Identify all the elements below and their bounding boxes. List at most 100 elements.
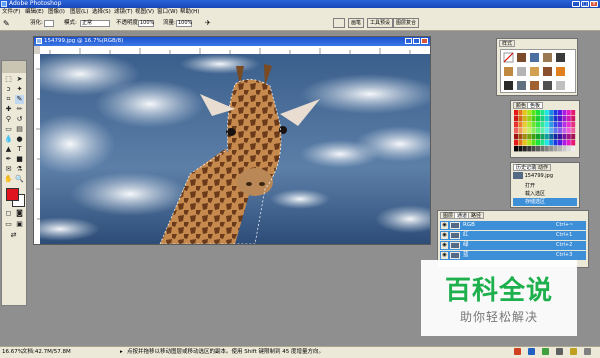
eyedropper-icon[interactable]: ⚗ xyxy=(15,165,24,174)
color-swatch[interactable] xyxy=(540,116,545,122)
doc-minimize-button[interactable] xyxy=(405,38,412,44)
color-swatch[interactable] xyxy=(553,134,558,140)
color-swatch[interactable] xyxy=(540,146,545,152)
color-swatch[interactable] xyxy=(566,128,571,134)
color-swatch[interactable] xyxy=(571,116,576,122)
color-swatch[interactable] xyxy=(571,134,576,140)
color-swatch[interactable] xyxy=(549,134,554,140)
color-swatch[interactable] xyxy=(540,122,545,128)
color-swatch[interactable] xyxy=(558,122,562,128)
color-swatch[interactable] xyxy=(540,128,545,134)
color-swatch[interactable] xyxy=(553,110,558,116)
zoom-tool-icon[interactable]: 🔍 xyxy=(15,175,24,184)
tray-app-icon[interactable] xyxy=(514,348,521,355)
color-swatch[interactable] xyxy=(562,146,567,152)
fullscreen-mode-icon[interactable]: ▣ xyxy=(15,220,24,229)
visibility-eye-icon[interactable]: ◉ xyxy=(441,252,448,259)
color-swatch[interactable] xyxy=(536,122,540,128)
color-swatch[interactable] xyxy=(514,116,518,122)
color-swatch[interactable] xyxy=(531,116,536,122)
color-swatch[interactable] xyxy=(571,122,576,128)
color-swatch[interactable] xyxy=(514,134,518,140)
color-swatch[interactable] xyxy=(522,122,527,128)
dodge-tool-icon[interactable]: ● xyxy=(15,135,24,144)
lasso-tool-icon[interactable]: ↄ xyxy=(4,85,13,94)
close-button[interactable]: × xyxy=(590,1,598,7)
move-tool-icon[interactable]: ➤ xyxy=(15,75,24,84)
color-swatch[interactable] xyxy=(527,116,532,122)
color-swatch[interactable] xyxy=(544,122,549,128)
tray-volume-icon[interactable] xyxy=(556,348,563,355)
color-swatch[interactable] xyxy=(536,110,540,116)
color-swatch[interactable] xyxy=(536,116,540,122)
color-swatch[interactable] xyxy=(540,140,545,146)
tab-swatches[interactable]: 色板 xyxy=(527,102,544,109)
image-canvas[interactable] xyxy=(40,54,430,244)
color-swatch[interactable] xyxy=(544,140,549,146)
brush-tool-icon[interactable]: ✎ xyxy=(3,20,10,28)
color-swatch[interactable] xyxy=(531,140,536,146)
gradient-icon[interactable]: ▤ xyxy=(15,125,24,134)
color-swatch[interactable] xyxy=(522,140,527,146)
menu-layer[interactable]: 图层(L) xyxy=(70,8,88,17)
color-swatch[interactable] xyxy=(514,110,518,116)
color-swatch[interactable] xyxy=(531,110,536,116)
color-swatch[interactable] xyxy=(549,110,554,116)
color-swatch[interactable] xyxy=(518,128,523,134)
color-swatch[interactable] xyxy=(518,116,523,122)
tray-ime-icon[interactable] xyxy=(570,348,577,355)
tab-styles[interactable]: 样式 xyxy=(499,40,516,47)
maximize-button[interactable]: □ xyxy=(581,1,589,7)
color-swatch[interactable] xyxy=(566,110,571,116)
color-swatch[interactable] xyxy=(536,134,540,140)
color-swatch[interactable] xyxy=(544,134,549,140)
screen-mode-icon[interactable]: ▭ xyxy=(4,220,13,229)
menu-window[interactable]: 窗口(W) xyxy=(157,8,178,17)
history-item-selected[interactable]: 存储选区 xyxy=(513,198,577,206)
notes-tool-icon[interactable]: ✉ xyxy=(4,165,13,174)
menu-filter[interactable]: 滤镜(T) xyxy=(114,8,133,17)
color-swatch[interactable] xyxy=(571,110,576,116)
color-swatch[interactable] xyxy=(558,110,562,116)
color-swatch[interactable] xyxy=(540,134,545,140)
color-swatch[interactable] xyxy=(518,146,523,152)
path-select-icon[interactable]: ▲ xyxy=(4,145,13,154)
document-size[interactable]: 文档:42.7M/57.8M xyxy=(22,348,71,357)
color-swatch[interactable] xyxy=(514,128,518,134)
marquee-tool-icon[interactable]: ⬚ xyxy=(4,75,13,84)
imageready-icon[interactable]: ⇄ xyxy=(9,231,18,240)
type-tool-icon[interactable]: T xyxy=(15,145,24,154)
tab-actions[interactable]: 动作 xyxy=(535,164,552,171)
opacity-field[interactable]: 100% xyxy=(138,20,154,27)
color-swatch[interactable] xyxy=(514,122,518,128)
tray-shield-icon[interactable] xyxy=(542,348,549,355)
menu-select[interactable]: 选择(S) xyxy=(92,8,111,17)
color-swatch[interactable] xyxy=(531,128,536,134)
tray-clock-icon[interactable] xyxy=(584,348,591,355)
color-swatch[interactable] xyxy=(549,140,554,146)
shape-tool-icon[interactable]: ■ xyxy=(15,155,24,164)
color-swatch[interactable] xyxy=(571,146,576,152)
color-swatch[interactable] xyxy=(549,128,554,134)
color-swatch[interactable] xyxy=(553,128,558,134)
visibility-eye-icon[interactable]: ◉ xyxy=(441,242,448,249)
color-swatch[interactable] xyxy=(522,110,527,116)
color-swatch[interactable] xyxy=(553,146,558,152)
color-swatch[interactable] xyxy=(531,146,536,152)
color-swatch[interactable] xyxy=(522,146,527,152)
history-item[interactable]: 载入选区 xyxy=(513,190,577,198)
color-swatch[interactable] xyxy=(558,146,562,152)
color-swatch[interactable] xyxy=(553,116,558,122)
airbrush-icon[interactable]: ✈ xyxy=(205,20,211,27)
channel-row[interactable]: ◉ RGB Ctrl+~ xyxy=(440,221,586,231)
color-swatch[interactable] xyxy=(518,122,523,128)
color-swatch[interactable] xyxy=(571,140,576,146)
crop-tool-icon[interactable]: ⌗ xyxy=(4,95,13,104)
color-swatch[interactable] xyxy=(558,140,562,146)
color-swatch[interactable] xyxy=(544,116,549,122)
color-swatch[interactable] xyxy=(536,146,540,152)
eraser-icon[interactable]: ▭ xyxy=(4,125,13,134)
swatches-grid[interactable] xyxy=(514,110,578,156)
feather-field[interactable] xyxy=(44,20,54,27)
color-swatch[interactable] xyxy=(571,128,576,134)
